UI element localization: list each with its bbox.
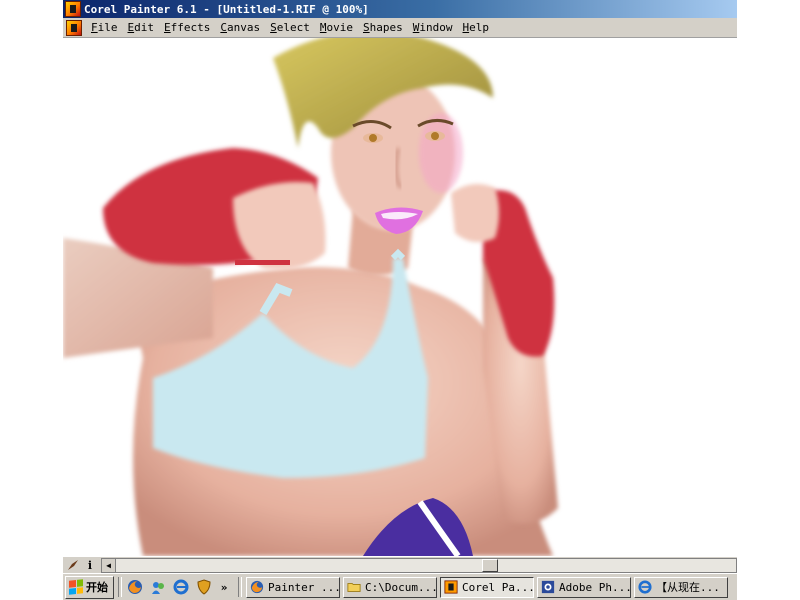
menu-file[interactable]: File [86, 21, 123, 34]
start-label: 开始 [86, 581, 108, 594]
window-title: Corel Painter 6.1 - [Untitled-1.RIF @ 10… [84, 2, 369, 16]
menu-help[interactable]: Help [458, 21, 495, 34]
menu-movie[interactable]: Movie [315, 21, 358, 34]
windows-logo-icon [69, 579, 83, 595]
boxer-painting [63, 38, 558, 556]
task-label: Corel Pa... [462, 580, 534, 594]
scroll-left-arrow-icon[interactable]: ◀ [102, 558, 116, 572]
firefox-icon[interactable] [126, 578, 144, 596]
start-button[interactable]: 开始 [65, 575, 114, 599]
menu-select[interactable]: Select [265, 21, 315, 34]
menu-canvas[interactable]: Canvas [215, 21, 265, 34]
menu-edit[interactable]: Edit [123, 21, 160, 34]
painter-icon [444, 580, 458, 594]
ie-icon [638, 580, 652, 594]
status-bar: i ◀ [63, 556, 737, 573]
brush-icon[interactable] [66, 558, 80, 572]
painting-canvas[interactable] [63, 38, 737, 556]
shield-icon[interactable] [195, 578, 213, 596]
firefox-icon [250, 580, 264, 594]
title-bar[interactable]: Corel Painter 6.1 - [Untitled-1.RIF @ 10… [63, 0, 737, 18]
menu-effects[interactable]: Effects [159, 21, 215, 34]
document-icon[interactable] [66, 19, 82, 36]
menu-window[interactable]: Window [408, 21, 458, 34]
painter-window: Corel Painter 6.1 - [Untitled-1.RIF @ 10… [63, 0, 737, 600]
horizontal-scrollbar[interactable]: ◀ [101, 557, 737, 573]
taskbar-separator [118, 577, 122, 597]
task-label: 【从现在... [656, 581, 720, 594]
menu-shapes[interactable]: Shapes [358, 21, 408, 34]
chevron-right-icon[interactable]: » [218, 581, 230, 594]
folder-icon [347, 580, 361, 594]
messenger-icon[interactable] [149, 578, 167, 596]
info-icon[interactable]: i [83, 558, 97, 572]
scroll-thumb[interactable] [482, 558, 498, 572]
ie-icon[interactable] [172, 578, 190, 596]
painter-app-icon[interactable] [65, 1, 81, 17]
taskbar: 开始 » Painter ... C:\Docum... Corel Pa... [63, 573, 737, 600]
menu-bar: File Edit Effects Canvas Select Movie Sh… [63, 18, 737, 38]
task-documents-folder[interactable]: C:\Docum... [343, 576, 437, 598]
task-label: C:\Docum... [365, 580, 437, 594]
task-label: Painter ... [268, 580, 340, 594]
task-label: Adobe Ph... [559, 580, 631, 594]
task-adobe-photoshop[interactable]: Adobe Ph... [537, 576, 631, 598]
task-browser-page[interactable]: 【从现在... [634, 576, 728, 598]
task-corel-painter[interactable]: Corel Pa... [440, 576, 534, 598]
photoshop-icon [541, 580, 555, 594]
taskbar-separator [238, 577, 242, 597]
task-painter-browser[interactable]: Painter ... [246, 576, 340, 598]
